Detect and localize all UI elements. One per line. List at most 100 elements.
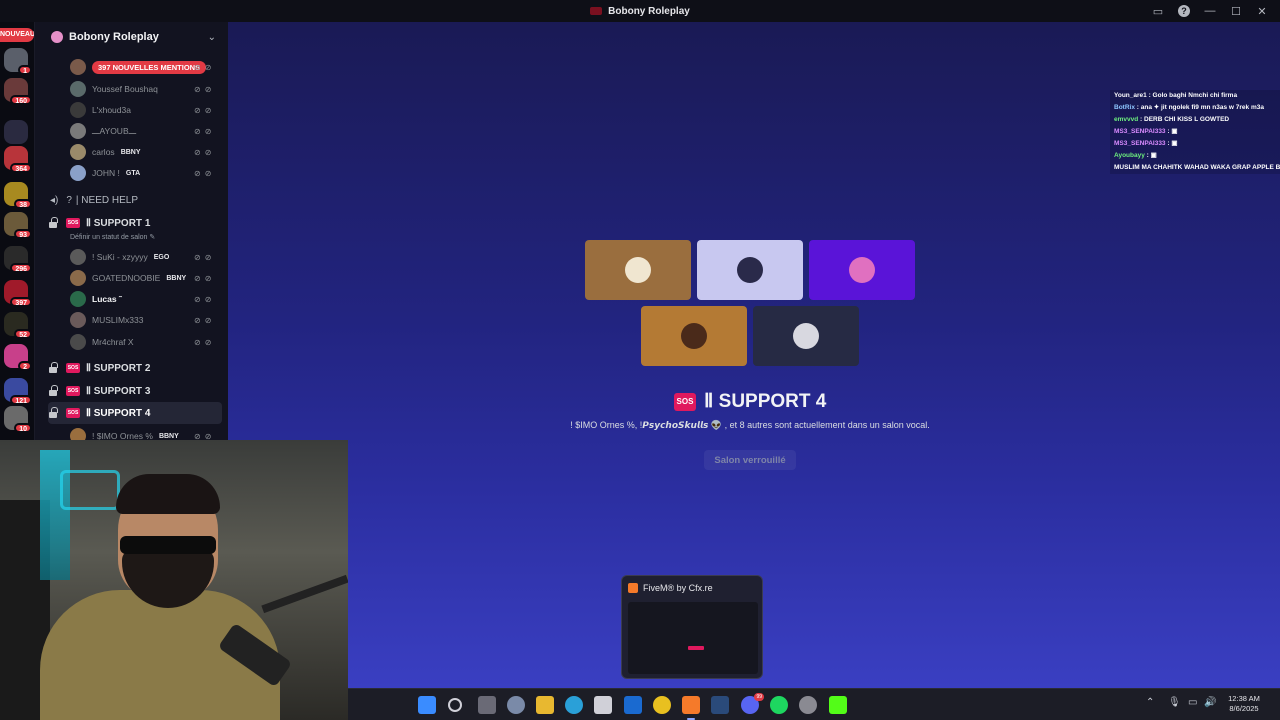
file-explorer-icon[interactable] <box>536 696 554 714</box>
locked-channel-button[interactable]: Salon verrouillé <box>704 450 796 470</box>
avatar <box>70 144 86 160</box>
voice-user[interactable]: JOHN ! GTA ⊘⊘ <box>70 164 211 182</box>
maximize-button[interactable]: ☐ <box>1228 3 1244 19</box>
participant-tile[interactable] <box>809 240 915 300</box>
voice-user[interactable]: ـــAYOUBـــ ⊘⊘ <box>70 122 211 140</box>
server-icon[interactable]: 52 <box>4 312 32 339</box>
speaker-icon: ◂) <box>50 194 59 206</box>
lock-icon <box>48 362 58 373</box>
participant-tile[interactable] <box>697 240 803 300</box>
voice-channel[interactable]: SOS Ⅱ SUPPORT 3 <box>48 380 222 402</box>
voice-channel[interactable]: SOS Ⅱ SUPPORT 4 <box>48 402 222 424</box>
participant-tile[interactable] <box>585 240 691 300</box>
kick-icon[interactable] <box>829 696 847 714</box>
mute-deafen-icon: ⊘⊘ <box>194 273 216 283</box>
help-icon[interactable]: ? <box>1176 3 1192 19</box>
new-mentions-pill[interactable]: 397 NOUVELLES MENTIONS <box>92 60 207 74</box>
voice-channel[interactable]: SOS Ⅱ SUPPORT 1 <box>48 212 222 234</box>
spotify-icon[interactable] <box>770 696 788 714</box>
sos-icon: SOS <box>66 363 80 373</box>
preview-thumbnail-button <box>688 646 704 650</box>
server-boost-icon <box>51 31 63 43</box>
mention-count-badge: 121 <box>10 395 32 405</box>
channel-status[interactable]: Définir un statut de salon ✎ <box>70 233 155 241</box>
inbox-icon[interactable]: ▭ <box>1150 3 1166 19</box>
chrome-icon[interactable] <box>653 696 671 714</box>
mention-count-badge: 296 <box>10 263 32 273</box>
mute-deafen-icon: ⊘⊘ <box>194 84 216 94</box>
channel-label: Ⅱ SUPPORT 4 <box>86 407 151 419</box>
close-button[interactable]: ✕ <box>1254 3 1270 19</box>
channel-label: Ⅱ SUPPORT 2 <box>86 362 151 374</box>
edge-icon[interactable] <box>565 696 583 714</box>
taskbar-window-preview[interactable]: FiveM® by Cfx.re <box>621 575 763 679</box>
webcam-person-sunglasses <box>120 536 216 554</box>
window-titlebar: Bobony Roleplay ▭ ? — ☐ ✕ <box>0 0 1280 22</box>
channel-need-help[interactable]: ◂)? | NEED HELP <box>50 189 224 211</box>
voice-user-name: Youssef Boushaq <box>92 84 158 94</box>
server-icon[interactable]: 121 <box>4 378 32 405</box>
voice-user[interactable]: carlos BBNY ⊘⊘ <box>70 143 211 161</box>
mute-deafen-icon: ⊘⊘ <box>194 315 216 325</box>
chat-message: BotRix : ana ✦ jit ngolek fi9 mn n3as w … <box>1114 104 1264 111</box>
voice-user-name: L'xhoud3a <box>92 105 131 115</box>
settings-icon[interactable] <box>507 696 525 714</box>
voice-user[interactable]: L'xhoud3a ⊘⊘ <box>70 101 211 119</box>
voice-user[interactable]: 397 NOUVELLES MENTIONS ⊘⊘ <box>70 58 211 76</box>
avatar <box>70 312 86 328</box>
avatar <box>849 257 875 283</box>
voice-user[interactable]: Mr4chraf X ⊘⊘ <box>70 333 211 351</box>
steam-icon[interactable] <box>711 696 729 714</box>
task-view-icon[interactable] <box>478 696 496 714</box>
mute-deafen-icon: ⊘⊘ <box>194 147 216 157</box>
server-icon[interactable]: 397 <box>4 280 32 307</box>
avatar <box>70 123 86 139</box>
outlook-icon[interactable] <box>624 696 642 714</box>
server-icon[interactable]: 2 <box>4 344 32 371</box>
server-header[interactable]: Bobony Roleplay ⌄ <box>35 22 228 52</box>
webcam-person-hair <box>116 474 220 514</box>
app-icon <box>590 7 603 15</box>
server-icon[interactable]: 93 <box>4 212 32 239</box>
participant-tile[interactable] <box>753 306 859 366</box>
server-icon[interactable]: 364 <box>4 146 32 173</box>
server-icon[interactable] <box>4 120 28 144</box>
mention-count-badge: 52 <box>14 329 32 339</box>
system-clock[interactable]: 12:38 AM 8/6/2025 <box>1214 694 1274 714</box>
voice-channel-subtitle: ! $IMO Ornes %, !𝙋𝙨𝙮𝙘𝙝𝙤𝙎𝙠𝙪𝙡𝙡𝙨 👽 , et 8 a… <box>570 420 930 430</box>
server-icon[interactable]: 38 <box>4 182 32 209</box>
voice-user[interactable]: GOATEDNOOBIE BBNY ⊘⊘ <box>70 269 211 287</box>
mute-deafen-icon: ⊘⊘ <box>194 168 216 178</box>
search-icon[interactable] <box>448 698 462 712</box>
voice-user[interactable]: Lucas ˜ ⊘⊘ <box>70 290 211 308</box>
preview-thumbnail <box>628 602 758 674</box>
network-icon[interactable]: ▭ <box>1188 697 1197 708</box>
server-icon[interactable]: 10 <box>4 406 32 433</box>
chat-message: emvvvd : DERB CHI KISS L GOWTED <box>1114 116 1230 123</box>
sos-icon: SOS <box>674 392 696 411</box>
discord-icon[interactable]: 99 <box>741 693 764 714</box>
store-icon[interactable] <box>594 696 612 714</box>
avatar <box>70 334 86 350</box>
chevron-up-icon[interactable]: ⌃ <box>1146 697 1154 708</box>
user-tag: EGO <box>153 253 170 261</box>
minimize-button[interactable]: — <box>1202 3 1218 19</box>
participant-tile[interactable] <box>641 306 747 366</box>
microphone-icon[interactable]: 🎙 <box>1168 697 1181 708</box>
server-rail: NOUVEAU 1 160 364 38 93 296 397 52 2 121 10 <box>0 22 35 440</box>
start-icon[interactable] <box>418 696 436 714</box>
server-icon[interactable]: 1 <box>4 48 32 75</box>
voice-user[interactable]: MUSLIMx333 ⊘⊘ <box>70 311 211 329</box>
mention-count-badge: 10 <box>14 423 32 433</box>
voice-user[interactable]: ! SuKi - xzyyyy EGO ⊘⊘ <box>70 248 211 266</box>
server-icon[interactable]: 160 <box>4 78 32 105</box>
chevron-down-icon[interactable]: ⌄ <box>208 32 216 43</box>
mention-count-badge: 160 <box>10 95 32 105</box>
voice-channel[interactable]: SOS Ⅱ SUPPORT 2 <box>48 357 222 379</box>
obs-icon[interactable] <box>799 696 817 714</box>
new-badge[interactable]: NOUVEAU <box>0 28 35 42</box>
server-icon[interactable]: 296 <box>4 246 32 273</box>
voice-user[interactable]: Youssef Boushaq ⊘⊘ <box>70 80 211 98</box>
fivem-taskbar-icon[interactable] <box>682 696 700 714</box>
channel-label: Ⅱ SUPPORT 1 <box>86 217 151 229</box>
